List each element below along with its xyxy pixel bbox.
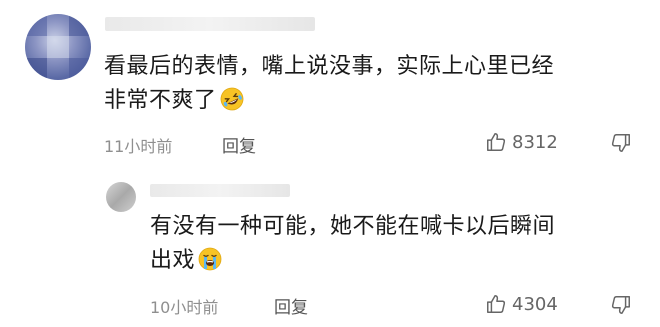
reply-commenter-avatar[interactable] — [106, 182, 136, 212]
thumbs-down-icon[interactable] — [610, 132, 632, 154]
comment-section: 看最后的表情，嘴上说没事，实际上心里已经 非常不爽了 11小时前 回复 8312 — [0, 0, 660, 327]
reply-comment-body: 有没有一种可能，她不能在喊卡以后瞬间 出戏 — [150, 210, 640, 278]
comment-text-line: 有没有一种可能，她不能在喊卡以后瞬间 — [150, 214, 556, 239]
comment-timestamp: 11小时前 — [104, 137, 173, 156]
thumbs-up-icon — [487, 295, 506, 313]
loudly-crying-emoji — [198, 247, 222, 271]
comment-text-line: 非常不爽了 — [104, 88, 217, 113]
like-count: 4304 — [512, 293, 558, 315]
commenter-avatar[interactable] — [25, 14, 91, 80]
like-button[interactable]: 4304 — [485, 293, 558, 315]
comment-text-line: 看最后的表情，嘴上说没事，实际上心里已经 — [104, 54, 555, 79]
like-button[interactable]: 8312 — [485, 131, 558, 153]
rolling-on-floor-laughing-emoji — [220, 87, 243, 111]
reply-button[interactable]: 回复 — [222, 132, 256, 157]
reply-commenter-username[interactable] — [150, 184, 290, 197]
reply-button[interactable]: 回复 — [274, 293, 308, 318]
commenter-username[interactable] — [105, 17, 315, 31]
comment-body: 看最后的表情，嘴上说没事，实际上心里已经 非常不爽了 — [104, 50, 644, 118]
reply-timestamp: 10小时前 — [150, 298, 219, 317]
like-count: 8312 — [512, 131, 558, 153]
comment-text-line: 出戏 — [150, 248, 196, 273]
thumbs-up-icon — [487, 133, 506, 151]
thumbs-down-icon[interactable] — [610, 294, 632, 316]
